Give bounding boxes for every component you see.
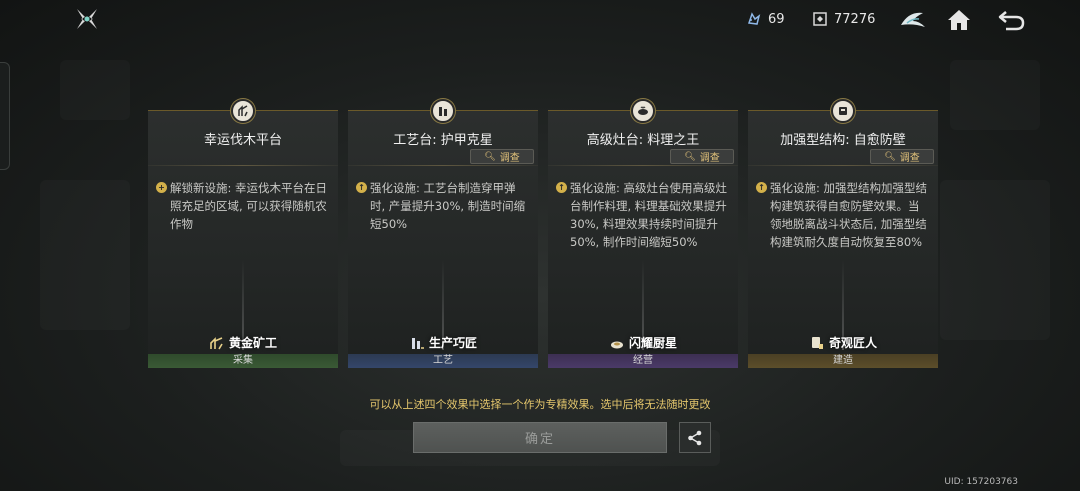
magnifier-icon: 🔍︎: [884, 151, 896, 162]
card-description: ↑ 强化设施: 高级灶台使用高级灶台制作料理, 料理基础效果提升30%, 料理效…: [556, 179, 730, 251]
description-text: 强化设施: 高级灶台使用高级灶台制作料理, 料理基础效果提升30%, 料理效果持…: [570, 181, 728, 249]
card-title: 高级灶台: 料理之王: [586, 133, 700, 148]
ore-count: 69: [768, 11, 785, 27]
card-description: + 解锁新设施: 幸运伐木平台在日照充足的区域, 可以获得随机农作物: [156, 179, 330, 233]
facility-emblem-icon: [231, 99, 255, 123]
reward-label: 奇观匠人: [828, 336, 877, 350]
inspect-button[interactable]: 🔍︎ 调查: [870, 149, 934, 164]
inspect-button[interactable]: 🔍︎ 调查: [470, 149, 534, 164]
upgrade-bullet-icon: ↑: [756, 182, 767, 193]
card-title: 加强型结构: 自愈防壁: [780, 133, 906, 148]
top-bar: 69 77276: [0, 0, 1080, 40]
category-bar: 工艺: [348, 354, 538, 368]
side-panel-tab[interactable]: [0, 62, 10, 170]
user-id: UID: 157203763: [944, 477, 1018, 487]
ore-icon: [747, 12, 761, 25]
reward-label: 生产巧匠: [428, 336, 477, 350]
upgrade-bullet-icon: ↑: [556, 182, 567, 193]
miner-icon: [210, 336, 223, 349]
reward-label: 闪耀厨星: [628, 336, 677, 350]
reward-title: 闪耀厨星: [548, 334, 738, 351]
home-button[interactable]: [944, 6, 974, 34]
facility-emblem-icon: [631, 99, 655, 123]
facility-emblem-icon: [431, 99, 455, 123]
card-description: ↑ 强化设施: 工艺台制造穿甲弹时, 产量提升30%, 制造时间缩短50%: [356, 179, 530, 233]
back-button[interactable]: [996, 6, 1026, 34]
back-icon: [998, 11, 1025, 31]
chef-icon: [610, 341, 623, 348]
reward-title: 黄金矿工: [148, 334, 338, 351]
game-logo-icon[interactable]: [74, 6, 100, 32]
emblem-icon: [901, 12, 925, 27]
category-bar: 经营: [548, 354, 738, 368]
background-shape: [940, 180, 1050, 340]
reward-title: 奇观匠人: [748, 334, 938, 351]
craftsman-icon: [411, 337, 424, 349]
artisan-icon: [811, 336, 823, 349]
card-description: ↑ 强化设施: 加强型结构加强型结构建筑获得自愈防壁效果。当领地脱离战斗状态后,…: [756, 179, 930, 251]
card-title: 工艺台: 护甲克星: [393, 133, 493, 148]
reward-label: 黄金矿工: [228, 336, 277, 350]
facility-emblem-icon: [831, 99, 855, 123]
reward-title: 生产巧匠: [348, 334, 538, 351]
background-shape: [950, 60, 1040, 130]
inspect-label: 调查: [899, 153, 920, 164]
unlock-bullet-icon: +: [156, 182, 167, 193]
inspect-label: 调查: [499, 153, 520, 164]
description-text: 强化设施: 工艺台制造穿甲弹时, 产量提升30%, 制造时间缩短50%: [370, 181, 526, 231]
divider: [348, 165, 538, 166]
confirm-button[interactable]: 确定: [413, 422, 667, 453]
coin-count: 77276: [834, 11, 876, 27]
ore-resource: 69: [746, 11, 785, 27]
effect-card-workbench[interactable]: 工艺台: 护甲克星 🔍︎ 调查 ↑ 强化设施: 工艺台制造穿甲弹时, 产量提升3…: [348, 99, 538, 368]
home-icon: [948, 10, 970, 30]
selection-hint: 可以从上述四个效果中选择一个作为专精效果。选中后将无法随时更改: [369, 398, 711, 411]
divider: [548, 165, 738, 166]
inspect-label: 调查: [699, 153, 720, 164]
background-shape: [60, 60, 130, 120]
coin-icon: [813, 12, 827, 26]
description-text: 强化设施: 加强型结构加强型结构建筑获得自愈防壁效果。当领地脱离战斗状态后, 加…: [770, 181, 928, 249]
divider: [748, 165, 938, 166]
emblem-button[interactable]: [898, 6, 928, 34]
description-text: 解锁新设施: 幸运伐木平台在日照充足的区域, 可以获得随机农作物: [170, 181, 328, 231]
coin-resource: 77276: [812, 11, 875, 27]
magnifier-icon: 🔍︎: [484, 151, 496, 162]
category-bar: 建造: [748, 354, 938, 368]
effect-card-stove[interactable]: 高级灶台: 料理之王 🔍︎ 调查 ↑ 强化设施: 高级灶台使用高级灶台制作料理,…: [548, 99, 738, 368]
upgrade-bullet-icon: ↑: [356, 182, 367, 193]
card-title: 幸运伐木平台: [203, 133, 282, 148]
share-icon: [688, 430, 702, 445]
share-button[interactable]: [679, 422, 711, 453]
inspect-button[interactable]: 🔍︎ 调查: [670, 149, 734, 164]
category-bar: 采集: [148, 354, 338, 368]
effect-card-logging[interactable]: 幸运伐木平台 + 解锁新设施: 幸运伐木平台在日照充足的区域, 可以获得随机农作…: [148, 99, 338, 368]
effect-card-structure[interactable]: 加强型结构: 自愈防壁 🔍︎ 调查 ↑ 强化设施: 加强型结构加强型结构建筑获得…: [748, 99, 938, 368]
magnifier-icon: 🔍︎: [684, 151, 696, 162]
divider: [148, 165, 338, 166]
background-shape: [40, 180, 130, 330]
